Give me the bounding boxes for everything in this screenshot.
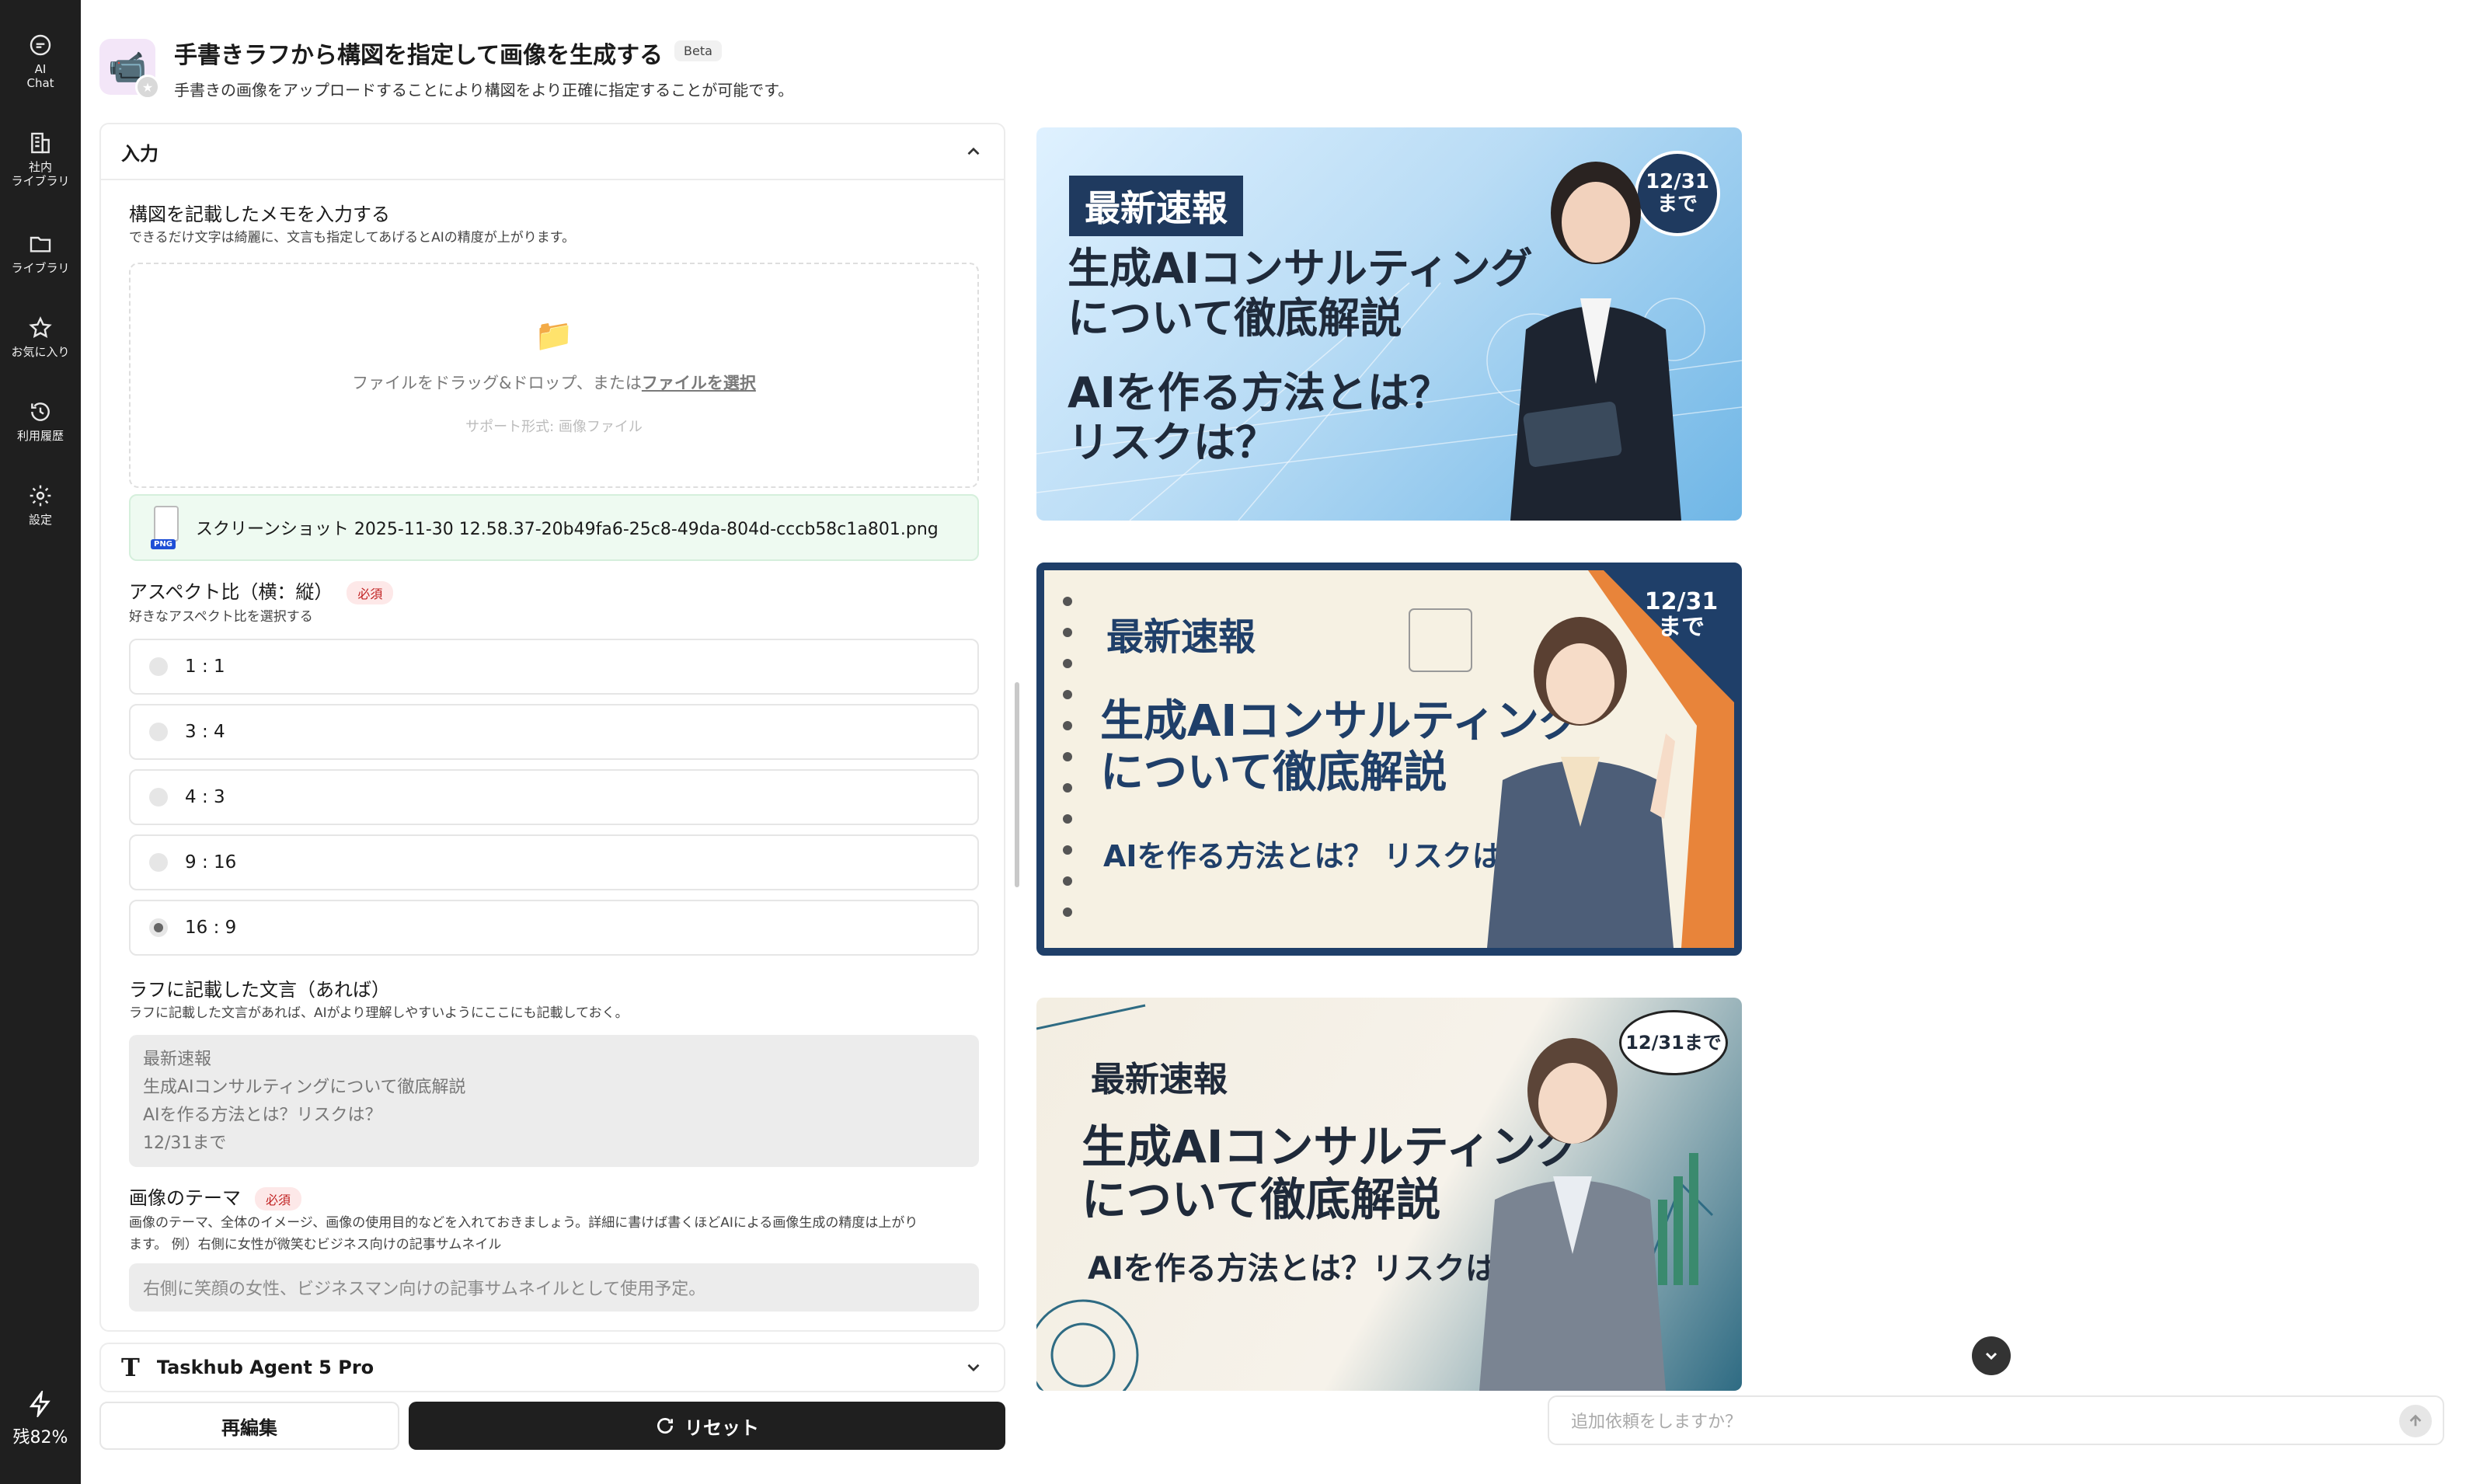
additional-request-input[interactable]: 追加依頼をしますか？ bbox=[1548, 1395, 2444, 1445]
uploaded-file[interactable]: PNG スクリーンショット 2025-11-30 12.58.37-20b49f… bbox=[129, 494, 979, 561]
arrow-up-icon bbox=[2409, 1414, 2422, 1427]
aspect-option-label: 4 : 3 bbox=[185, 787, 225, 807]
rough-text-textarea[interactable]: 最新速報 生成AIコンサルティングについて徹底解説 AIを作る方法とは？リスクは… bbox=[129, 1035, 979, 1167]
panel-scrollbar[interactable] bbox=[1015, 682, 1019, 887]
sidebar-item-label: 利用履歴 bbox=[16, 429, 64, 443]
reset-button-label: リセット bbox=[684, 1416, 759, 1439]
aspect-label-text: アスペクト比（横：縦） bbox=[129, 581, 333, 603]
memo-label: 構図を記載したメモを入力する bbox=[129, 204, 390, 225]
required-badge: 必須 bbox=[347, 581, 394, 604]
image-tag: 最新速報 bbox=[1106, 615, 1256, 659]
chevron-down-icon bbox=[1985, 1352, 1998, 1360]
radio-button[interactable] bbox=[149, 788, 168, 806]
usage-remaining: 残82% bbox=[0, 1391, 81, 1448]
usage-remaining-text: 残82% bbox=[12, 1428, 68, 1447]
beta-badge: Beta bbox=[674, 40, 722, 61]
input-panel-header[interactable]: 入力 bbox=[101, 124, 1004, 180]
aspect-option-3-4[interactable]: 3 : 4 bbox=[129, 704, 979, 760]
sidebar-item-label: お気に入り bbox=[11, 345, 70, 359]
theme-help-1: 画像のテーマ、全体のイメージ、画像の使用目的などを入れておきましょう。詳細に書け… bbox=[129, 1215, 918, 1231]
image-subheadline: AIを作る方法とは？リスクは？ bbox=[1088, 1251, 1527, 1287]
required-badge: 必須 bbox=[255, 1187, 302, 1211]
chevron-up-icon[interactable] bbox=[963, 141, 984, 162]
app-icon: 📹 ★ bbox=[99, 39, 160, 99]
file-type-tag: PNG bbox=[151, 539, 176, 549]
input-panel: 入力 構図を記載したメモを入力する できるだけ文字は綺麗に、文言も指定してあげる… bbox=[99, 123, 1005, 1332]
left-sidebar: AI Chat 社内 ライブラリ ライブラリ お気に入り 利用履歴 設定 残82… bbox=[0, 0, 81, 1484]
sidebar-item-label: 設定 bbox=[28, 513, 52, 527]
chat-placeholder: 追加依頼をしますか？ bbox=[1571, 1413, 1743, 1432]
sidebar-item-history[interactable]: 利用履歴 bbox=[0, 399, 81, 443]
dropzone-text: ファイルをドラッグ&ドロップ、またはファイルを選択 bbox=[131, 371, 977, 394]
file-dropzone[interactable]: 📁 ファイルをドラッグ&ドロップ、またはファイルを選択 サポート形式: 画像ファ… bbox=[129, 263, 979, 488]
aspect-label: アスペクト比（横：縦） 必須 bbox=[129, 577, 394, 604]
sidebar-item-ai-chat[interactable]: AI Chat bbox=[0, 33, 81, 90]
aspect-option-label: 16 : 9 bbox=[185, 918, 237, 938]
send-button[interactable] bbox=[2399, 1405, 2432, 1437]
star-icon bbox=[29, 316, 52, 338]
supported-formats: サポート形式: 画像ファイル bbox=[465, 419, 643, 435]
sidebar-item-library[interactable]: ライブラリ bbox=[0, 232, 81, 275]
history-icon bbox=[31, 402, 50, 421]
model-logo-icon: T bbox=[121, 1353, 140, 1382]
aspect-option-label: 9 : 16 bbox=[185, 852, 237, 873]
radio-button-selected[interactable] bbox=[149, 918, 168, 937]
theme-input[interactable]: 右側に笑顔の女性、ビジネスマン向けの記事サムネイルとして使用予定。 bbox=[129, 1263, 979, 1312]
page-title: 手書きラフから構図を指定して画像を生成する bbox=[174, 42, 664, 69]
generated-image-3[interactable]: 最新速報 生成AIコンサルティング について徹底解説 AIを作る方法とは？リスク… bbox=[1036, 998, 1742, 1391]
aspect-help: 好きなアスペクト比を選択する bbox=[129, 609, 313, 625]
dropzone-instruction: ファイルをドラッグ&ドロップ、または bbox=[352, 374, 642, 392]
image-subheadline: AIを作る方法とは？ リスクは？ bbox=[1068, 368, 1451, 467]
building-icon bbox=[31, 132, 50, 154]
image-tag: 最新速報 bbox=[1069, 176, 1243, 236]
folder-icon bbox=[30, 236, 51, 253]
generated-image-1[interactable]: 最新速報 生成AIコンサルティング について徹底解説 AIを作る方法とは？ リス… bbox=[1036, 127, 1742, 521]
uploaded-file-name: スクリーンショット 2025-11-30 12.58.37-20b49fa6-2… bbox=[196, 520, 939, 539]
sidebar-item-settings[interactable]: 設定 bbox=[0, 483, 81, 527]
page-subtitle: 手書きの画像をアップロードすることにより構図をより正確に指定することが可能です。 bbox=[174, 81, 794, 99]
sidebar-item-company-library[interactable]: 社内 ライブラリ bbox=[0, 131, 81, 188]
radio-button[interactable] bbox=[149, 657, 168, 676]
input-panel-title: 入力 bbox=[121, 142, 158, 165]
memo-help: できるだけ文字は綺麗に、文言も指定してあげるとAIの精度が上がります。 bbox=[129, 230, 576, 246]
star-badge-icon: ★ bbox=[135, 75, 160, 99]
model-name: Taskhub Agent 5 Pro bbox=[156, 1357, 374, 1378]
rough-text-help: ラフに記載した文言があれば、AIがより理解しやすいようにここにも記載しておく。 bbox=[129, 1005, 629, 1021]
sidebar-item-label: ライブラリ bbox=[11, 261, 70, 275]
businesswoman-illustration bbox=[1510, 162, 1681, 521]
lightning-icon bbox=[29, 1391, 51, 1417]
aspect-option-4-3[interactable]: 4 : 3 bbox=[129, 769, 979, 825]
theme-help-2: ます。 例）右側に女性が微笑むビジネス向けの記事サムネイル bbox=[129, 1237, 502, 1252]
image-subheadline: AIを作る方法とは？ リスクは？ bbox=[1103, 839, 1531, 873]
generated-image-2[interactable]: 最新速報 生成AIコンサルティング について徹底解説 AIを作る方法とは？ リス… bbox=[1036, 563, 1742, 956]
aspect-option-label: 1 : 1 bbox=[185, 657, 225, 677]
select-file-link[interactable]: ファイルを選択 bbox=[642, 374, 756, 392]
theme-label: 画像のテーマ 必須 bbox=[129, 1183, 302, 1211]
businesswoman-illustration bbox=[1487, 617, 1675, 948]
reset-button[interactable]: リセット bbox=[409, 1402, 1005, 1450]
gear-icon bbox=[30, 485, 51, 507]
image-headline: 生成AIコンサルティング について徹底解説 bbox=[1068, 244, 1533, 343]
sidebar-item-label: 社内 ライブラリ bbox=[11, 160, 70, 188]
rough-text-label: ラフに記載した文言（あれば） bbox=[129, 979, 390, 1001]
chat-bubble-icon bbox=[30, 34, 51, 56]
refresh-icon bbox=[657, 1418, 674, 1434]
aspect-option-16-9[interactable]: 16 : 9 bbox=[129, 900, 979, 956]
sidebar-item-label: AI Chat bbox=[26, 62, 54, 90]
image-tag: 最新速報 bbox=[1091, 1060, 1228, 1099]
sidebar-item-favorites[interactable]: お気に入り bbox=[0, 315, 81, 359]
aspect-option-9-16[interactable]: 9 : 16 bbox=[129, 834, 979, 890]
radio-button[interactable] bbox=[149, 723, 168, 741]
businesswoman-illustration bbox=[1479, 1038, 1666, 1391]
aspect-option-1-1[interactable]: 1 : 1 bbox=[129, 639, 979, 695]
re-edit-button[interactable]: 再編集 bbox=[99, 1402, 399, 1450]
scroll-down-button[interactable] bbox=[1972, 1336, 2011, 1375]
radio-button[interactable] bbox=[149, 853, 168, 872]
png-file-icon: PNG bbox=[151, 506, 182, 549]
aspect-option-label: 3 : 4 bbox=[185, 722, 225, 742]
folder-icon: 📁 bbox=[535, 318, 573, 354]
theme-label-text: 画像のテーマ bbox=[129, 1187, 241, 1209]
chevron-down-icon[interactable] bbox=[963, 1357, 984, 1378]
model-selector[interactable]: T Taskhub Agent 5 Pro bbox=[99, 1343, 1005, 1392]
